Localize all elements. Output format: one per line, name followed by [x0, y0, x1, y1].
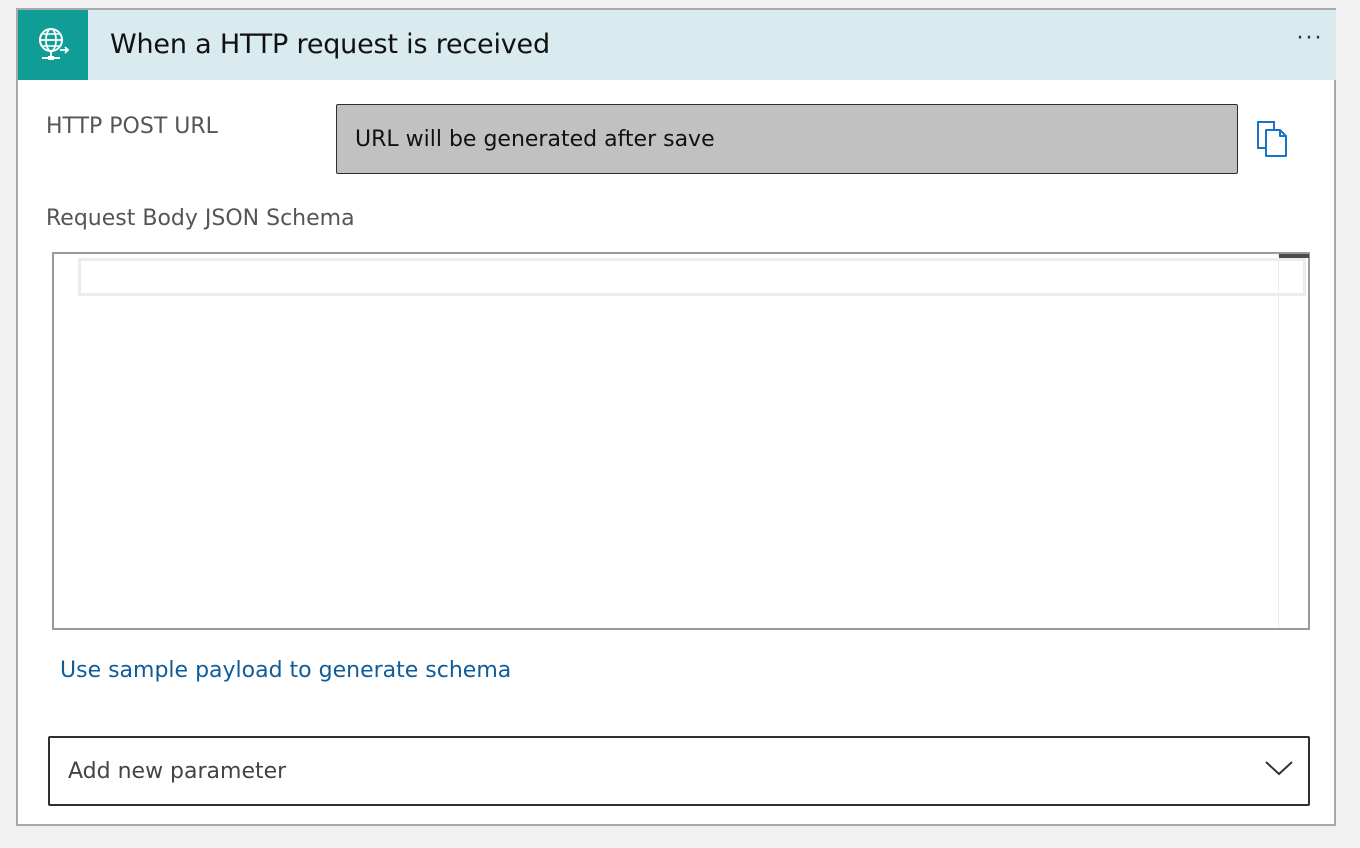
add-new-parameter-dropdown[interactable]: Add new parameter [48, 736, 1310, 806]
use-sample-payload-link[interactable]: Use sample payload to generate schema [60, 656, 511, 686]
trigger-title: When a HTTP request is received [110, 29, 550, 60]
http-post-url-field[interactable]: URL will be generated after save [336, 104, 1238, 174]
editor-scrollbar[interactable] [1278, 254, 1309, 628]
chevron-down-icon [1265, 761, 1293, 776]
add-parameter-placeholder: Add new parameter [68, 758, 287, 784]
http-post-url-label: HTTP POST URL [46, 114, 218, 139]
globe-request-icon [18, 10, 88, 80]
scrollbar-thumb[interactable] [1279, 254, 1309, 258]
json-schema-editor[interactable] [52, 252, 1310, 630]
copy-url-button[interactable] [1254, 118, 1294, 162]
http-trigger-card: When a HTTP request is received ··· HTTP… [16, 8, 1336, 826]
request-body-schema-label: Request Body JSON Schema [46, 206, 355, 231]
editor-current-line [78, 258, 1306, 296]
card-header[interactable]: When a HTTP request is received ··· [18, 10, 1336, 80]
http-post-url-value: URL will be generated after save [355, 126, 715, 152]
copy-icon [1257, 121, 1287, 157]
more-options-icon: ··· [1296, 26, 1324, 51]
more-options-button[interactable]: ··· [1290, 28, 1330, 62]
